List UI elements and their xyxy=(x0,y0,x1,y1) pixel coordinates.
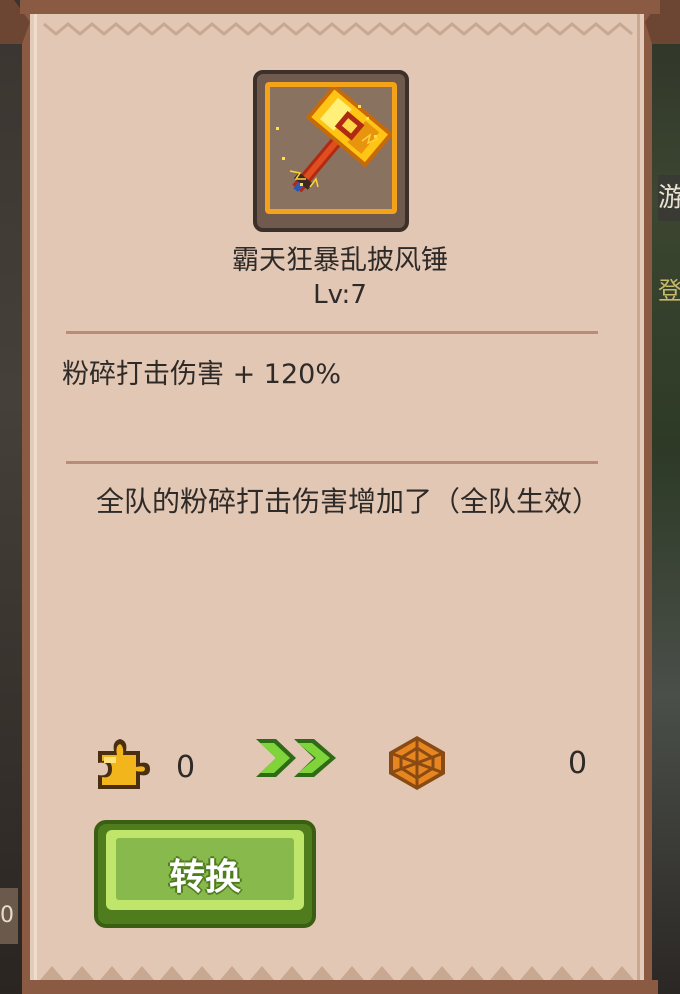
item-level: Lv:7 xyxy=(313,280,367,310)
divider-bottom xyxy=(66,461,598,464)
item-slot xyxy=(253,70,409,232)
golden-hammer-icon xyxy=(270,87,392,209)
convert-button[interactable]: 转换 xyxy=(94,820,316,928)
stat-bonus: 粉碎打击伤害 + 120% xyxy=(62,359,341,390)
item-frame xyxy=(265,82,397,214)
background-left-text: 0 xyxy=(0,888,18,944)
target-count: 0 xyxy=(568,746,588,781)
panel-top-trim xyxy=(0,0,680,44)
puzzle-piece-icon xyxy=(98,739,150,789)
double-chevron-right-icon xyxy=(256,739,336,777)
background-right-text-1: 游 xyxy=(658,175,680,221)
panel-bottom-trim xyxy=(22,966,658,994)
orange-web-token-icon xyxy=(389,736,445,790)
source-count: 0 xyxy=(176,750,196,785)
item-name: 霸天狂暴乱披风锤 xyxy=(232,245,448,276)
item-description: 全队的粉碎打击伤害增加了（全队生效） xyxy=(96,485,601,518)
convert-button-label: 转换 xyxy=(168,857,241,898)
divider-top xyxy=(66,331,598,334)
